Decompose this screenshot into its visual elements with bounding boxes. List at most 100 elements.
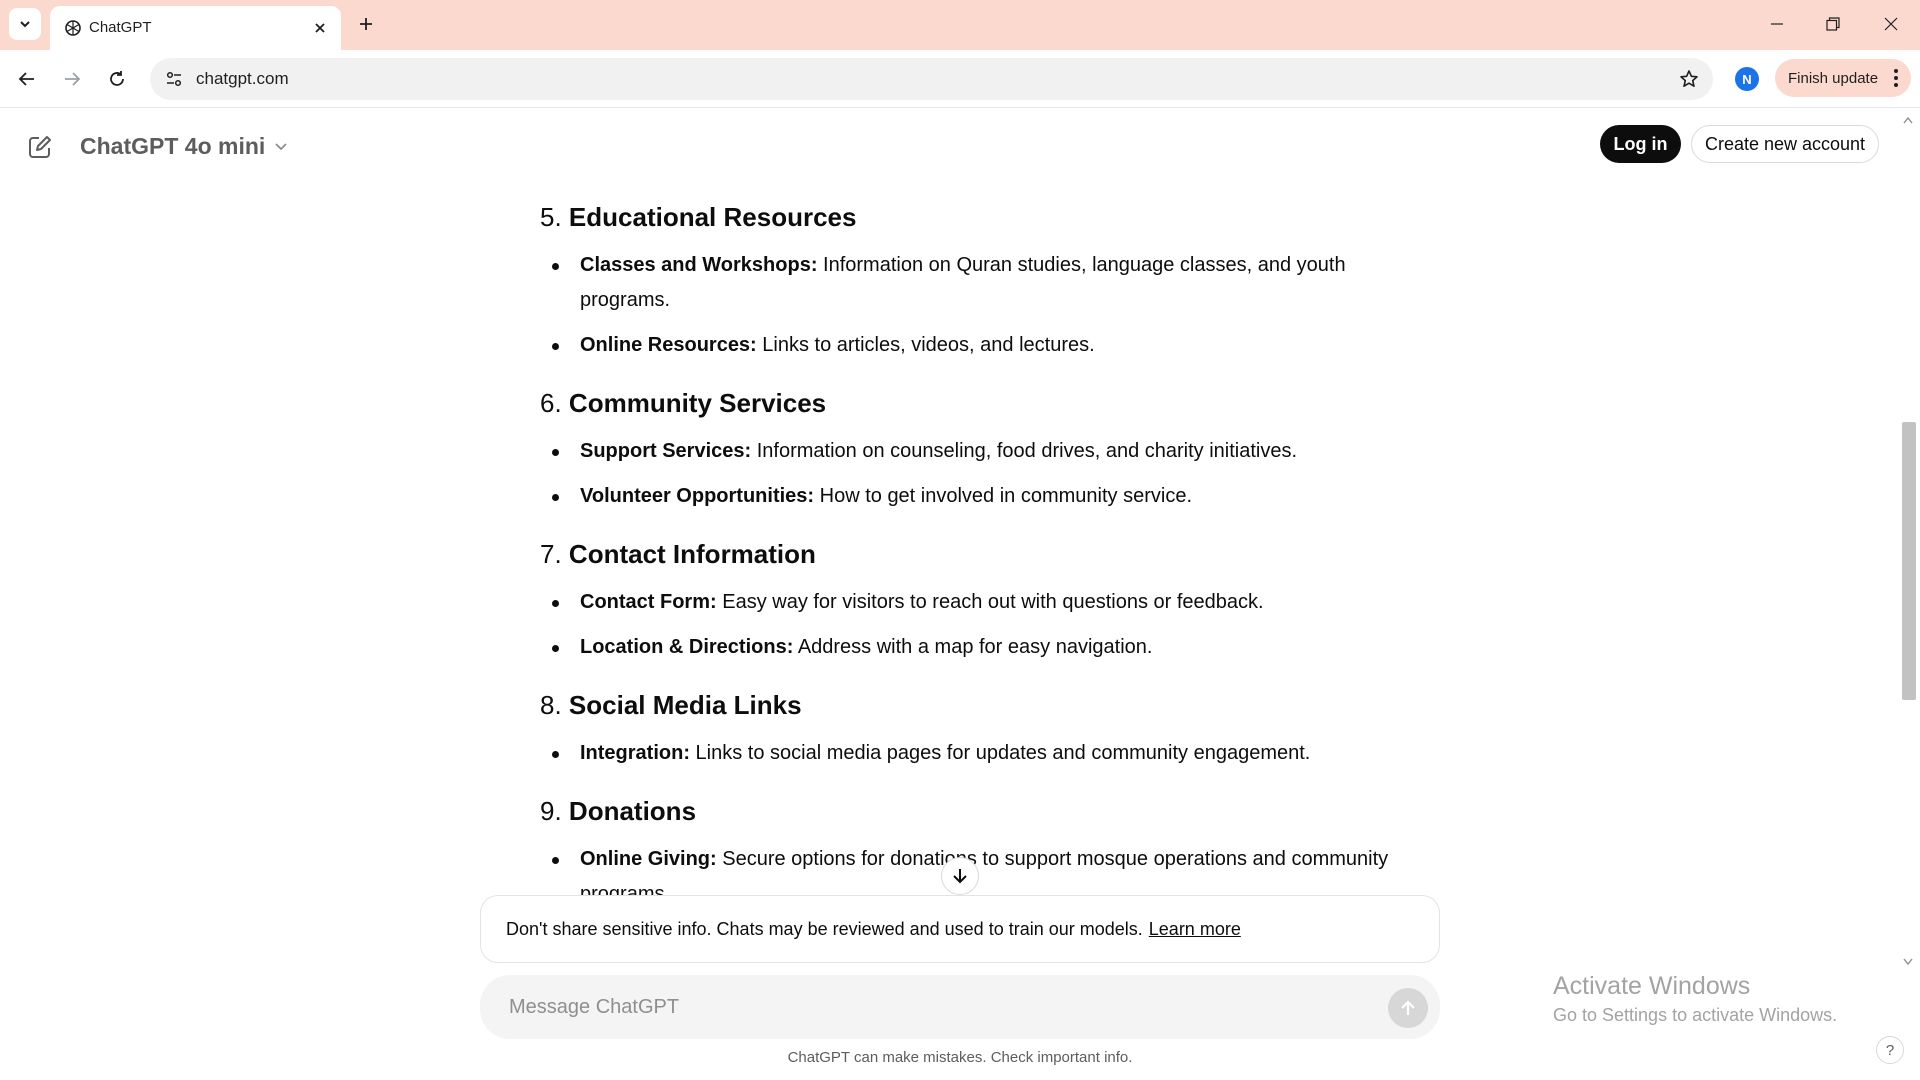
activate-subtitle: Go to Settings to activate Windows.	[1553, 1005, 1838, 1025]
scroll-to-bottom-button[interactable]	[941, 857, 979, 895]
section-heading: 8. Social Media Links	[540, 688, 1440, 722]
minimize-button[interactable]	[1754, 6, 1800, 42]
list-section: 6. Community Services Support Services: …	[540, 386, 1440, 514]
plus-icon	[360, 18, 372, 30]
restore-button[interactable]	[1810, 6, 1856, 42]
disclaimer-text: ChatGPT can make mistakes. Check importa…	[787, 1049, 1133, 1066]
reload-icon	[110, 71, 124, 86]
tab-title: ChatGPT	[89, 19, 152, 36]
close-icon	[315, 23, 325, 33]
privacy-notice: Don't share sensitive info. Chats may be…	[480, 895, 1440, 963]
arrow-up-icon	[1401, 1000, 1415, 1015]
scrollbar-thumb[interactable]	[1902, 422, 1916, 700]
scroll-down-arrow-icon[interactable]	[1902, 957, 1914, 967]
list-item: Support Services: Information on counsel…	[540, 434, 1440, 469]
restore-icon	[1826, 17, 1840, 31]
openai-logo-icon	[65, 20, 81, 36]
section-title: Social Media Links	[568, 690, 802, 720]
browser-toolbar: chatgpt.com	[0, 50, 1920, 108]
bullet-text: Easy way for visitors to reach out with …	[716, 591, 1264, 613]
bullet-list: Classes and Workshops: Information on Qu…	[540, 248, 1440, 363]
arrow-left-icon	[18, 72, 34, 86]
chevron-down-icon	[20, 21, 30, 28]
learn-more-link[interactable]: Learn more	[1149, 919, 1241, 940]
bullet-list: Contact Form: Easy way for visitors to r…	[540, 585, 1440, 665]
reload-button[interactable]	[99, 61, 135, 97]
chevron-down-icon	[275, 143, 287, 151]
section-title: Donations	[568, 796, 697, 826]
activate-windows-watermark: Activate Windows Go to Settings to activ…	[1553, 972, 1837, 1026]
profile-avatar[interactable]: N	[1735, 67, 1759, 91]
list-item: Contact Form: Easy way for visitors to r…	[540, 585, 1440, 620]
bullet-term: Support Services:	[580, 440, 752, 462]
arrow-down-icon	[953, 869, 967, 884]
section-title: Educational Resources	[568, 202, 857, 232]
bookmark-button[interactable]	[1677, 67, 1701, 91]
close-window-button[interactable]	[1868, 6, 1914, 42]
tab-chatgpt[interactable]: ChatGPT	[50, 6, 341, 50]
section-heading: 6. Community Services	[540, 386, 1440, 420]
list-section: 8. Social Media Links Integration: Links…	[540, 688, 1440, 771]
finish-update-button[interactable]: Finish update	[1775, 59, 1911, 97]
star-icon	[1680, 70, 1698, 87]
model-name: ChatGPT 4o mini	[80, 132, 266, 159]
section-heading: 9. Donations	[540, 794, 1440, 828]
bullet-term: Volunteer Opportunities:	[580, 485, 815, 507]
section-title: Contact Information	[568, 539, 816, 569]
list-item: Classes and Workshops: Information on Qu…	[540, 248, 1440, 318]
bullet-text: Links to articles, videos, and lectures.	[756, 334, 1095, 356]
assistant-message: 5. Educational Resources Classes and Wor…	[540, 200, 1440, 935]
section-number: 6.	[540, 388, 562, 418]
finish-update-label: Finish update	[1788, 69, 1879, 87]
site-info-button[interactable]	[162, 67, 186, 91]
new-chat-button[interactable]	[22, 129, 58, 165]
close-icon	[1884, 17, 1898, 31]
model-selector[interactable]: ChatGPT 4o mini	[80, 129, 289, 163]
back-button[interactable]	[9, 61, 45, 97]
scroll-up-arrow-icon[interactable]	[1902, 115, 1914, 125]
bullet-text: Links to social media pages for updates …	[690, 742, 1311, 764]
section-heading: 7. Contact Information	[540, 537, 1440, 571]
log-in-button[interactable]: Log in	[1600, 125, 1681, 163]
tune-icon	[166, 71, 182, 87]
bullet-term: Location & Directions:	[580, 636, 794, 658]
section-title: Community Services	[568, 388, 827, 418]
bullet-text: How to get involved in community service…	[814, 485, 1193, 507]
new-tab-button[interactable]	[352, 10, 380, 38]
list-item: Integration: Links to social media pages…	[540, 736, 1440, 771]
section-number: 8.	[540, 690, 562, 720]
section-number: 9.	[540, 796, 562, 826]
send-button[interactable]	[1388, 988, 1428, 1028]
bullet-list: Support Services: Information on counsel…	[540, 434, 1440, 514]
activate-title: Activate Windows	[1553, 972, 1751, 1000]
bullet-term: Integration:	[580, 742, 690, 764]
minimize-icon	[1771, 23, 1783, 25]
list-section: 7. Contact Information Contact Form: Eas…	[540, 537, 1440, 665]
browser-tabstrip: ChatGPT	[0, 0, 1920, 50]
section-number: 5.	[540, 202, 562, 232]
list-item: Location & Directions: Address with a ma…	[540, 630, 1440, 665]
bullet-text: Information on counseling, food drives, …	[751, 440, 1298, 462]
list-item: Online Resources: Links to articles, vid…	[540, 328, 1440, 363]
list-section: 5. Educational Resources Classes and Wor…	[540, 200, 1440, 363]
edit-icon	[29, 136, 51, 158]
address-bar[interactable]: chatgpt.com	[150, 58, 1713, 100]
list-item: Volunteer Opportunities: How to get invo…	[540, 479, 1440, 514]
url-text[interactable]: chatgpt.com	[196, 69, 289, 89]
forward-button[interactable]	[54, 61, 90, 97]
more-vertical-icon	[1894, 69, 1898, 87]
section-heading: 5. Educational Resources	[540, 200, 1440, 234]
arrow-right-icon	[65, 72, 81, 86]
bullet-term: Online Resources:	[580, 334, 757, 356]
tab-search-button[interactable]	[9, 8, 41, 40]
bullet-term: Online Giving:	[580, 848, 717, 870]
bullet-term: Classes and Workshops:	[580, 254, 818, 276]
message-composer	[480, 975, 1440, 1039]
create-account-button[interactable]: Create new account	[1691, 125, 1879, 163]
bullet-text: Address with a map for easy navigation.	[793, 636, 1153, 658]
message-input[interactable]	[507, 989, 1327, 1025]
notice-text: Don't share sensitive info. Chats may be…	[506, 918, 1143, 939]
bullet-term: Contact Form:	[580, 591, 717, 613]
app-header: ChatGPT 4o mini Log in Create new accoun…	[0, 109, 1920, 181]
tab-close-button[interactable]	[309, 17, 331, 39]
